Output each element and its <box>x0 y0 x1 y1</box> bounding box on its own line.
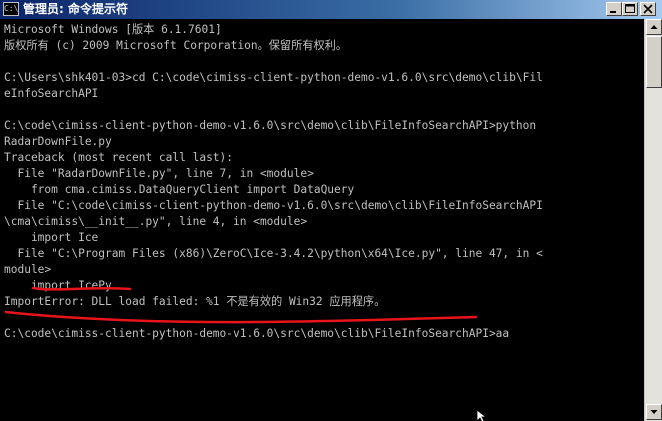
underline-import-error <box>4 310 478 324</box>
underline-import-icepy <box>31 286 132 291</box>
red-annotation-underline <box>4 286 478 324</box>
mouse-cursor-icon <box>476 409 488 421</box>
command-prompt-window: C:\ 管理员: 命令提示符 Microsoft Windows [版本 6.1… <box>0 0 662 421</box>
